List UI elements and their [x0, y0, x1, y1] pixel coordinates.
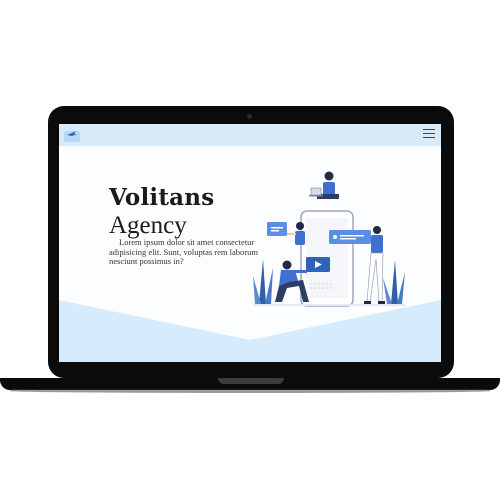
person-top-icon — [309, 171, 339, 199]
laptop-screen: Volitans Agency Lorem ipsum dolor sit am… — [59, 124, 441, 362]
bird-logo-icon[interactable] — [64, 128, 80, 142]
plant-right-icon — [383, 260, 405, 304]
hamburger-menu-icon[interactable] — [423, 129, 435, 140]
person-woman-icon — [287, 222, 305, 245]
hero-wave-shape — [59, 300, 441, 362]
laptop-hinge-notch — [218, 378, 284, 384]
webcam — [247, 114, 252, 119]
site-header — [59, 124, 441, 146]
message-card-left-icon — [267, 222, 287, 236]
hero-description: Lorem ipsum dolor sit amet consectetur a… — [109, 237, 258, 267]
video-card-icon — [306, 257, 330, 272]
hero-title: Volitans — [109, 184, 215, 211]
plant-left-icon — [253, 259, 273, 304]
hero-subtitle: Agency — [109, 212, 187, 239]
laptop-base-shadow — [10, 389, 490, 393]
team-phone-illustration — [253, 171, 405, 307]
message-card-right-icon — [329, 230, 371, 244]
